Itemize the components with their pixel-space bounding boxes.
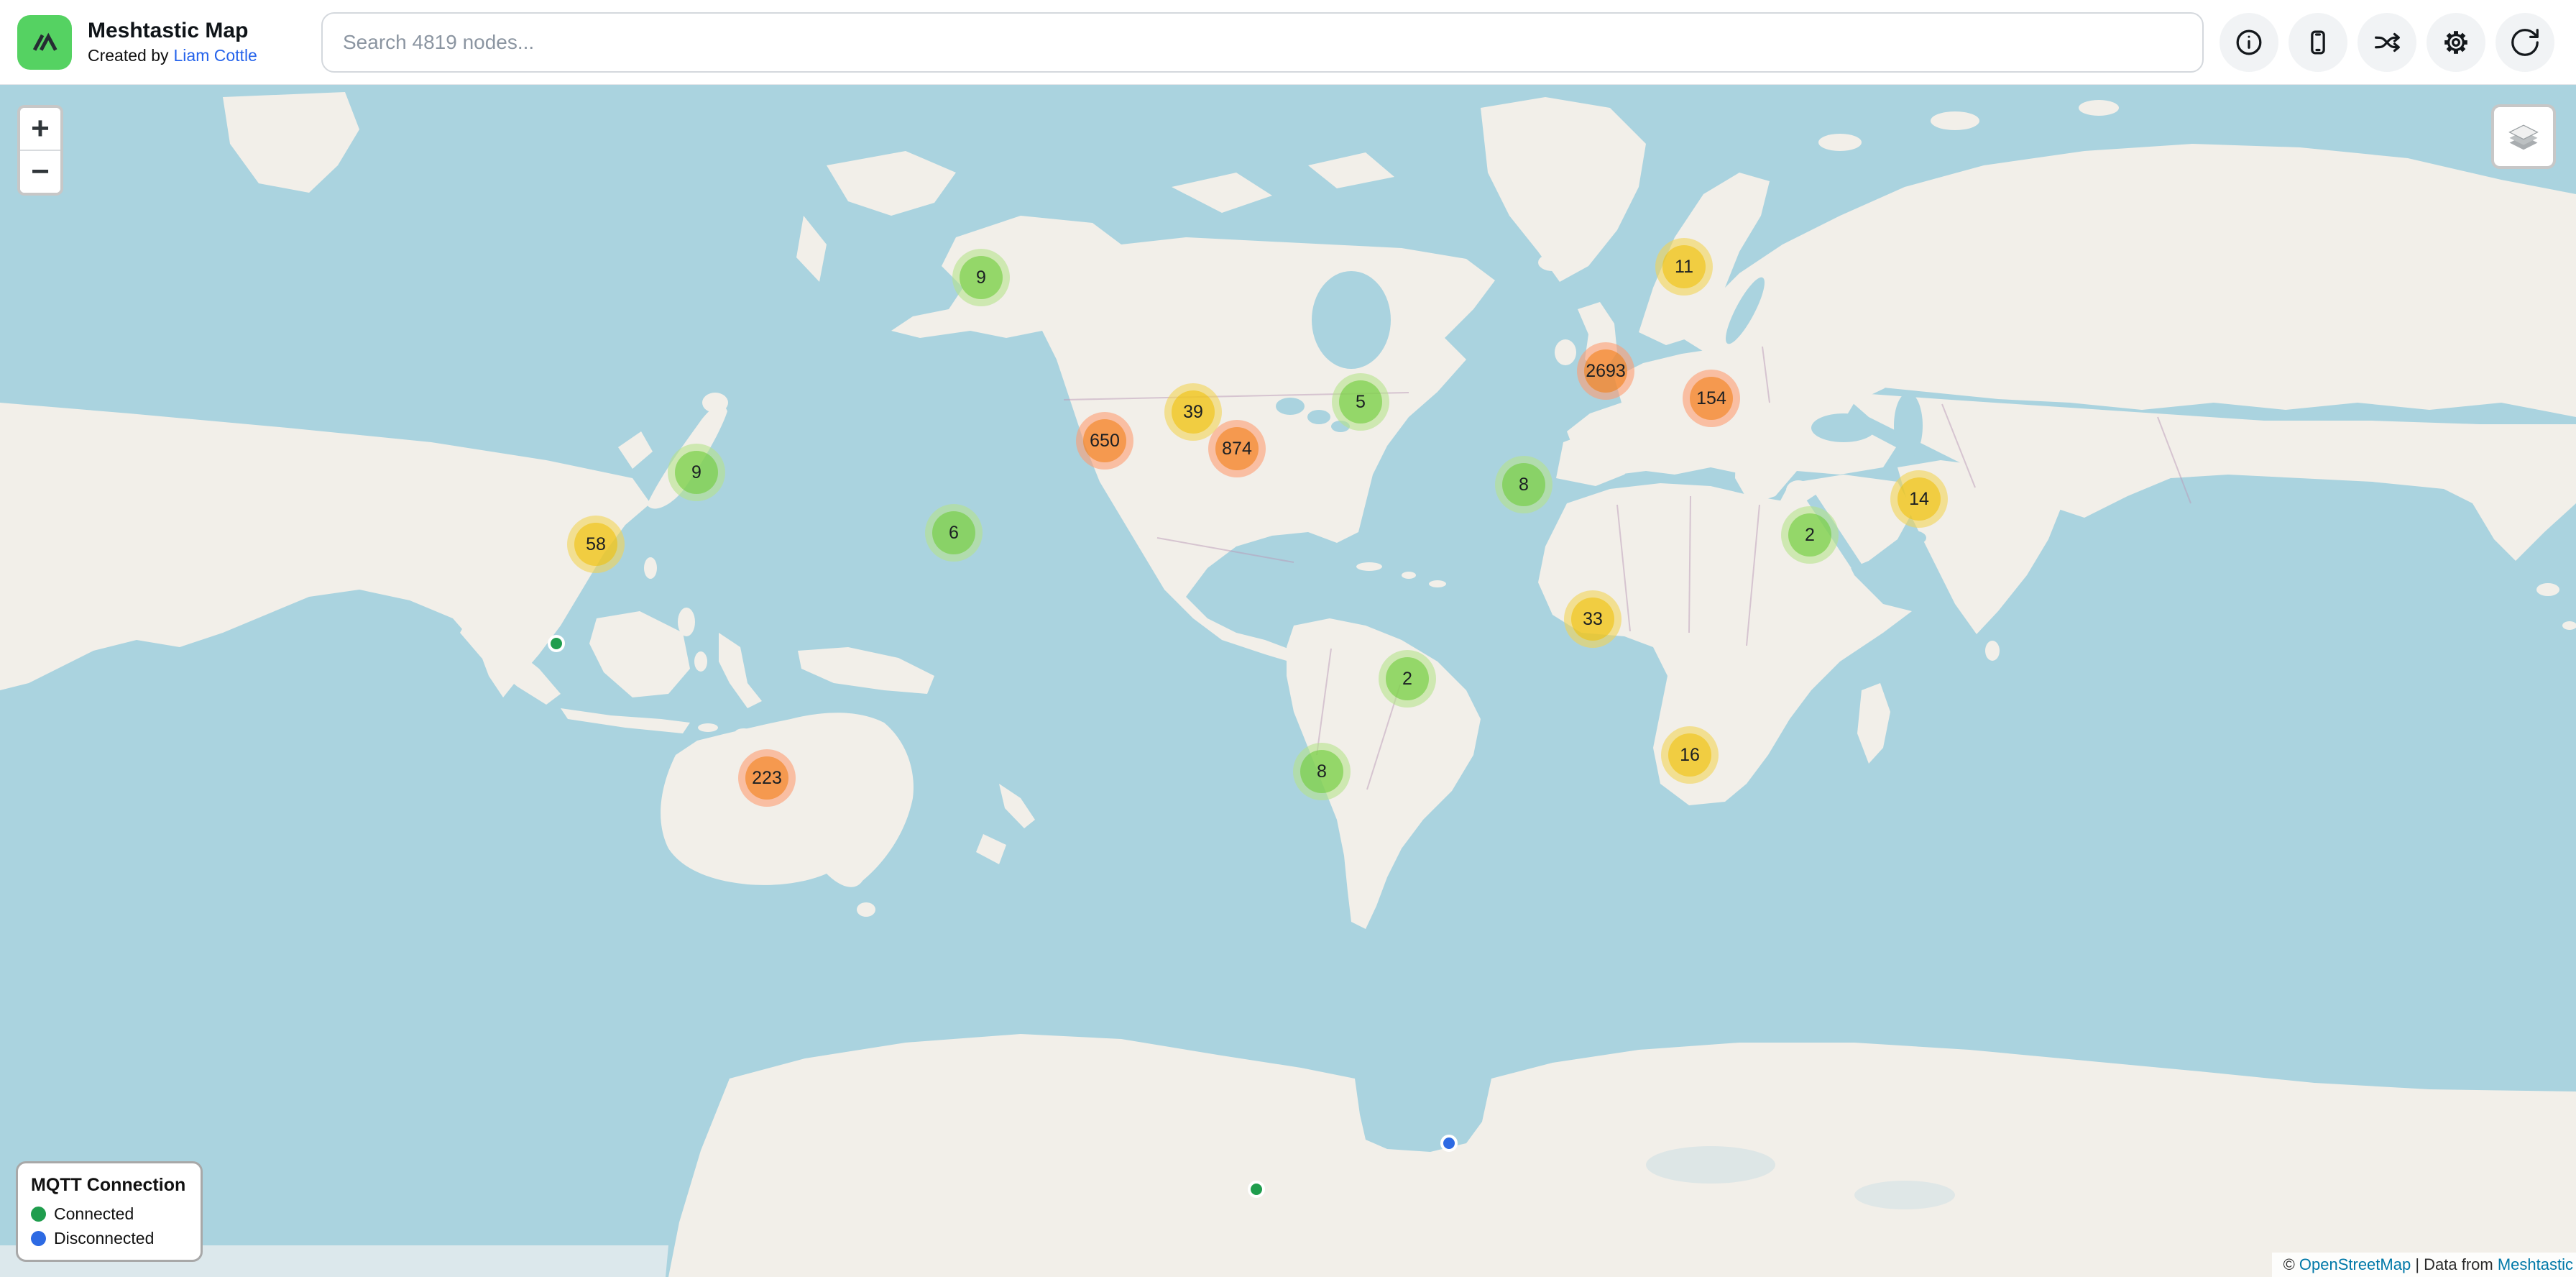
cluster-count: 2 [1805,525,1815,545]
data-from-text: | Data from [2411,1255,2498,1273]
meshtastic-logo-icon [28,26,61,59]
cluster-count: 874 [1222,439,1252,459]
legend-row-disconnected: Disconnected [31,1229,188,1248]
cluster-count: 154 [1696,388,1726,408]
cluster-marker[interactable]: 874 [1208,420,1266,477]
zoom-control: + − [17,105,63,196]
cluster-count: 223 [752,768,782,788]
cluster-count: 39 [1183,402,1203,422]
cluster-count: 9 [691,462,702,482]
cluster-marker[interactable]: 9 [952,249,1010,306]
cluster-marker[interactable]: 650 [1076,412,1133,470]
map-attribution: © OpenStreetMap | Data from Meshtastic [2272,1253,2576,1277]
cluster-marker[interactable]: 14 [1890,470,1948,528]
byline: Created by Liam Cottle [88,46,293,65]
header: Meshtastic Map Created by Liam Cottle [0,0,2576,85]
cluster-marker[interactable]: 2 [1379,650,1436,708]
cluster-count: 5 [1356,392,1366,412]
meshtastic-link[interactable]: Meshtastic [2498,1255,2573,1273]
disconnected-dot-icon [31,1231,46,1246]
cluster-marker[interactable]: 11 [1655,238,1713,296]
legend-label: Disconnected [54,1229,154,1248]
cluster-count: 8 [1519,475,1529,495]
legend-label: Connected [54,1204,134,1224]
search-input[interactable] [321,12,2204,73]
osm-link[interactable]: OpenStreetMap [2299,1255,2411,1273]
node-marker-connected[interactable] [1248,1181,1265,1198]
layers-control[interactable] [2491,104,2556,169]
mqtt-legend: MQTT Connection Connected Disconnected [16,1161,203,1262]
refresh-button[interactable] [2496,13,2554,72]
page-title: Meshtastic Map [88,19,293,44]
connected-dot-icon [31,1207,46,1222]
info-icon [2232,26,2266,59]
toolbar [2220,13,2554,72]
cluster-count: 8 [1317,761,1327,782]
legend-title: MQTT Connection [31,1175,188,1196]
cluster-count: 11 [1675,257,1693,277]
cluster-marker[interactable]: 33 [1564,590,1622,648]
cluster-marker[interactable]: 8 [1495,456,1552,513]
cluster-count: 9 [976,267,986,288]
cluster-marker[interactable]: 58 [567,516,625,573]
cluster-marker[interactable]: 223 [738,749,796,807]
cluster-count: 33 [1583,609,1603,629]
mobile-app-button[interactable] [2288,13,2347,72]
byline-prefix: Created by [88,46,169,65]
cluster-marker[interactable]: 6 [925,504,983,562]
cluster-marker[interactable]: 154 [1683,370,1740,427]
cluster-count: 2 [1402,669,1412,689]
refresh-icon [2508,26,2542,59]
random-node-button[interactable] [2358,13,2416,72]
node-marker-connected[interactable] [548,635,565,652]
info-button[interactable] [2220,13,2278,72]
cluster-marker[interactable]: 2 [1781,506,1839,564]
layers-icon [2503,116,2544,157]
gear-icon [2439,26,2472,59]
app-logo [17,15,72,70]
legend-row-connected: Connected [31,1204,188,1224]
cluster-count: 6 [949,523,959,543]
cluster-count: 14 [1909,489,1929,509]
title-block: Meshtastic Map Created by Liam Cottle [88,19,293,66]
author-link[interactable]: Liam Cottle [174,46,257,65]
zoom-out-button[interactable]: − [20,151,60,193]
smartphone-icon [2301,26,2334,59]
cluster-marker[interactable]: 8 [1293,743,1351,800]
cluster-marker[interactable]: 16 [1661,726,1719,784]
settings-button[interactable] [2426,13,2485,72]
cluster-count: 2693 [1586,361,1626,381]
cluster-count: 16 [1680,745,1700,765]
zoom-in-button[interactable]: + [20,108,60,150]
map-container[interactable]: 9 11 2693 154 39 5 650 874 8 9 14 2 6 58 33 2 223 8 16 + −… [0,0,2576,1277]
node-marker-disconnected[interactable] [1440,1135,1458,1152]
shuffle-icon [2370,26,2404,59]
cluster-marker[interactable]: 2693 [1577,342,1634,400]
marker-layer: 9 11 2693 154 39 5 650 874 8 9 14 2 6 58 33 2 223 8 16 [0,0,2576,1277]
cluster-count: 650 [1090,431,1120,451]
cluster-count: 58 [586,534,606,554]
cluster-marker[interactable]: 5 [1332,373,1389,431]
copyright-text: © [2283,1255,2299,1273]
cluster-marker[interactable]: 9 [668,444,725,501]
